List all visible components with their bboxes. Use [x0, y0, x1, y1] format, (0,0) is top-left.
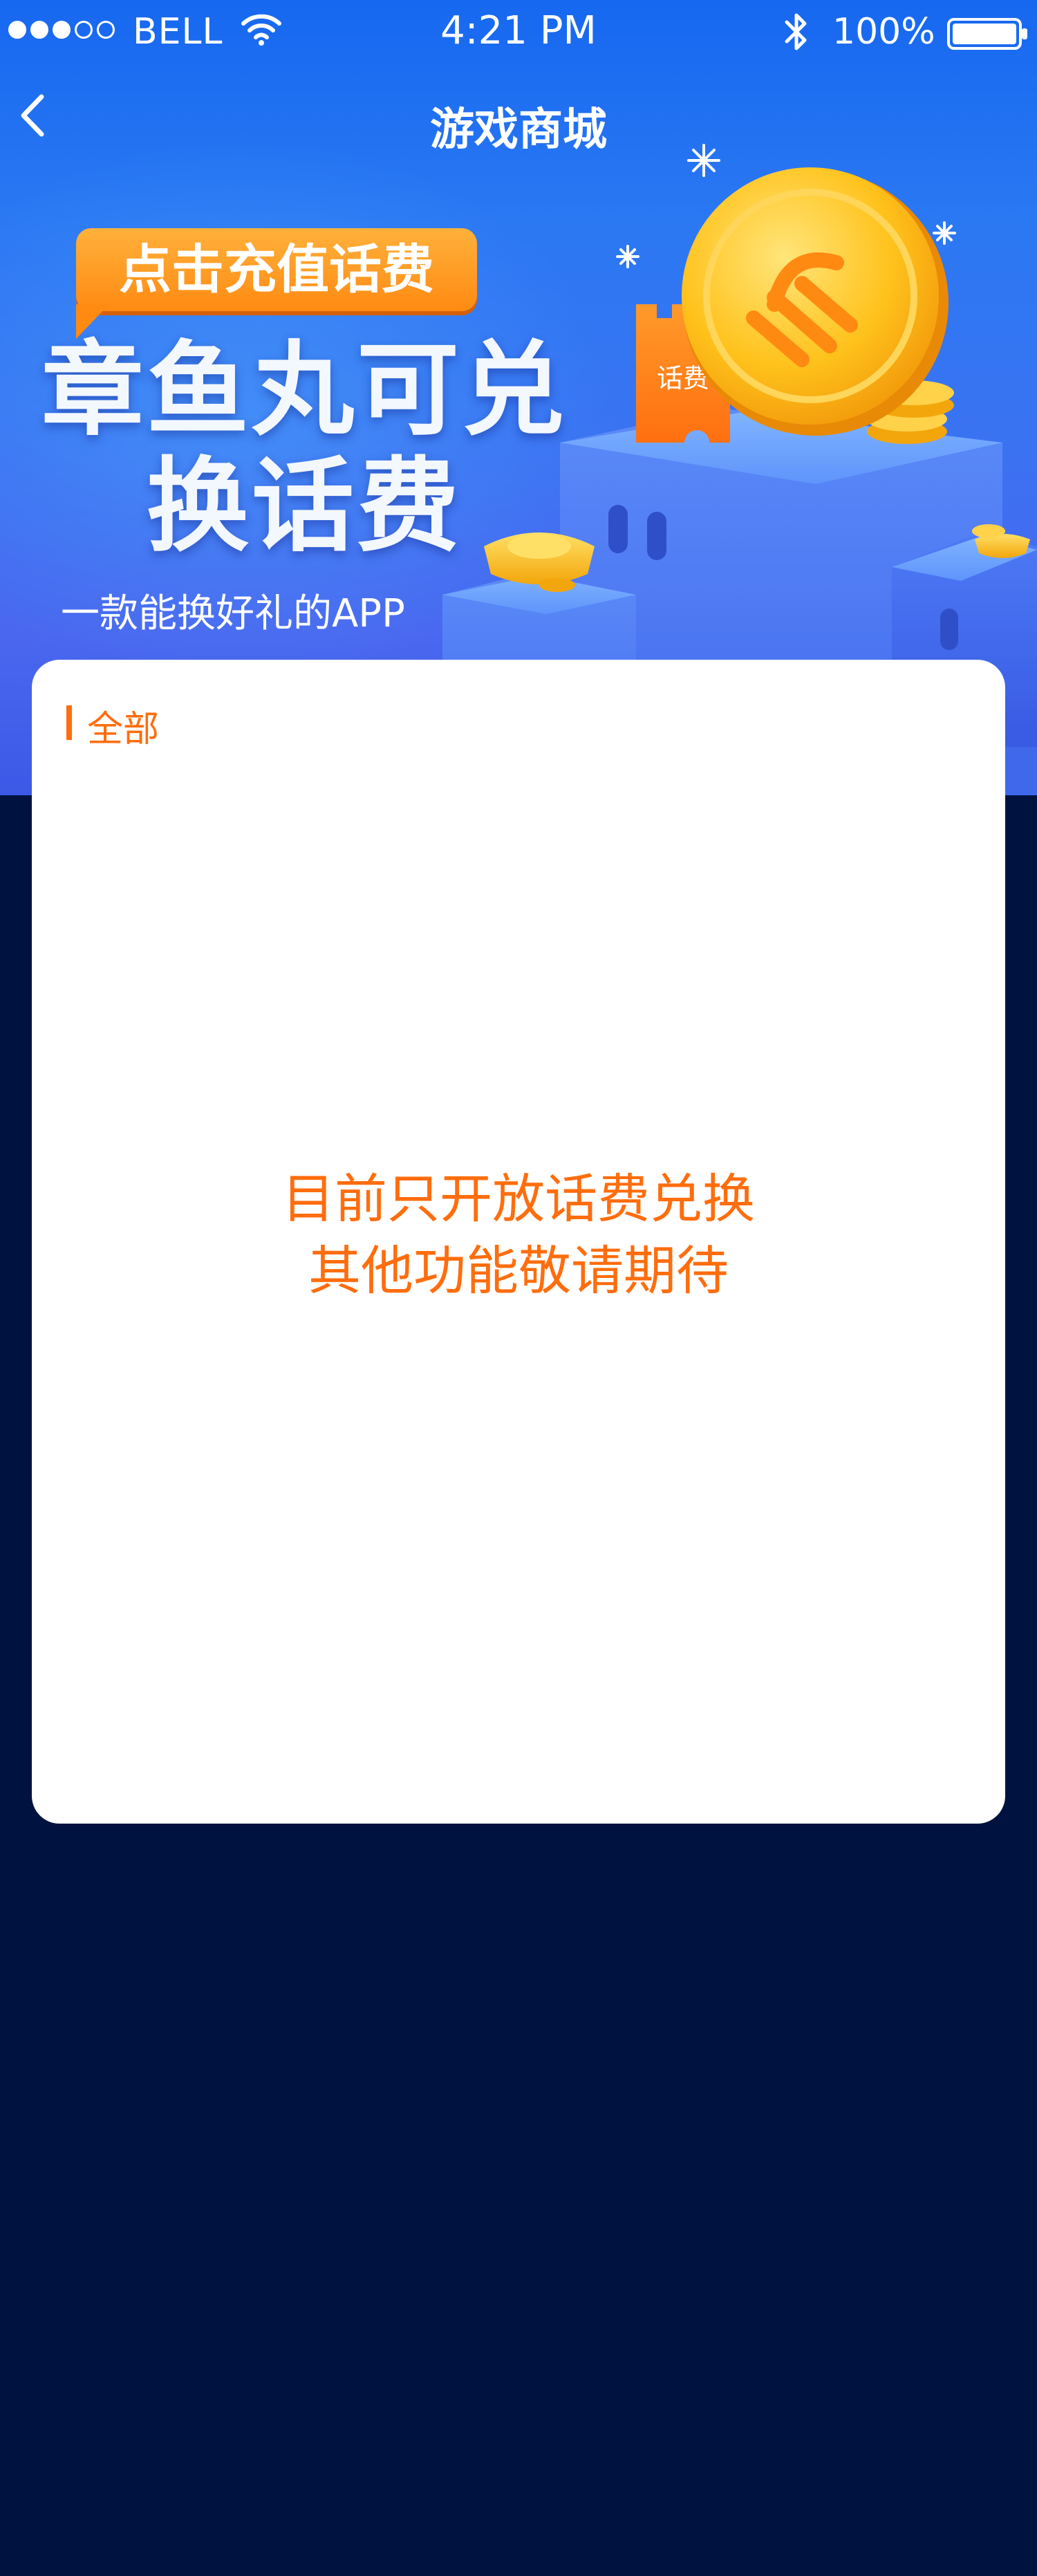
recharge-promo-button[interactable]: 点击充值话费	[76, 228, 477, 311]
bluetooth-icon	[785, 13, 807, 50]
headline-line-1: 章鱼丸可兑	[41, 331, 567, 450]
empty-state-notice: 目前只开放话费兑换 其他功能敬请期待	[32, 1163, 1005, 1307]
page-title: 游戏商城	[430, 104, 607, 156]
banner-tagline: 一款能换好礼的APP	[61, 591, 405, 636]
battery-percentage: 100%	[832, 11, 935, 53]
category-indicator	[66, 705, 72, 740]
banner-headline: 章鱼丸可兑 换话费	[41, 332, 567, 564]
battery-icon	[947, 18, 1027, 50]
headline-line-2: 换话费	[147, 447, 462, 566]
status-bar: BELL 4:21 PM 100%	[0, 0, 1037, 66]
tab-all[interactable]: 全部	[87, 700, 159, 752]
notice-line-1: 目前只开放话费兑换	[282, 1168, 755, 1230]
notice-line-2: 其他功能敬请期待	[308, 1240, 729, 1301]
content-card: 全部 目前只开放话费兑换 其他功能敬请期待	[32, 660, 1005, 1824]
